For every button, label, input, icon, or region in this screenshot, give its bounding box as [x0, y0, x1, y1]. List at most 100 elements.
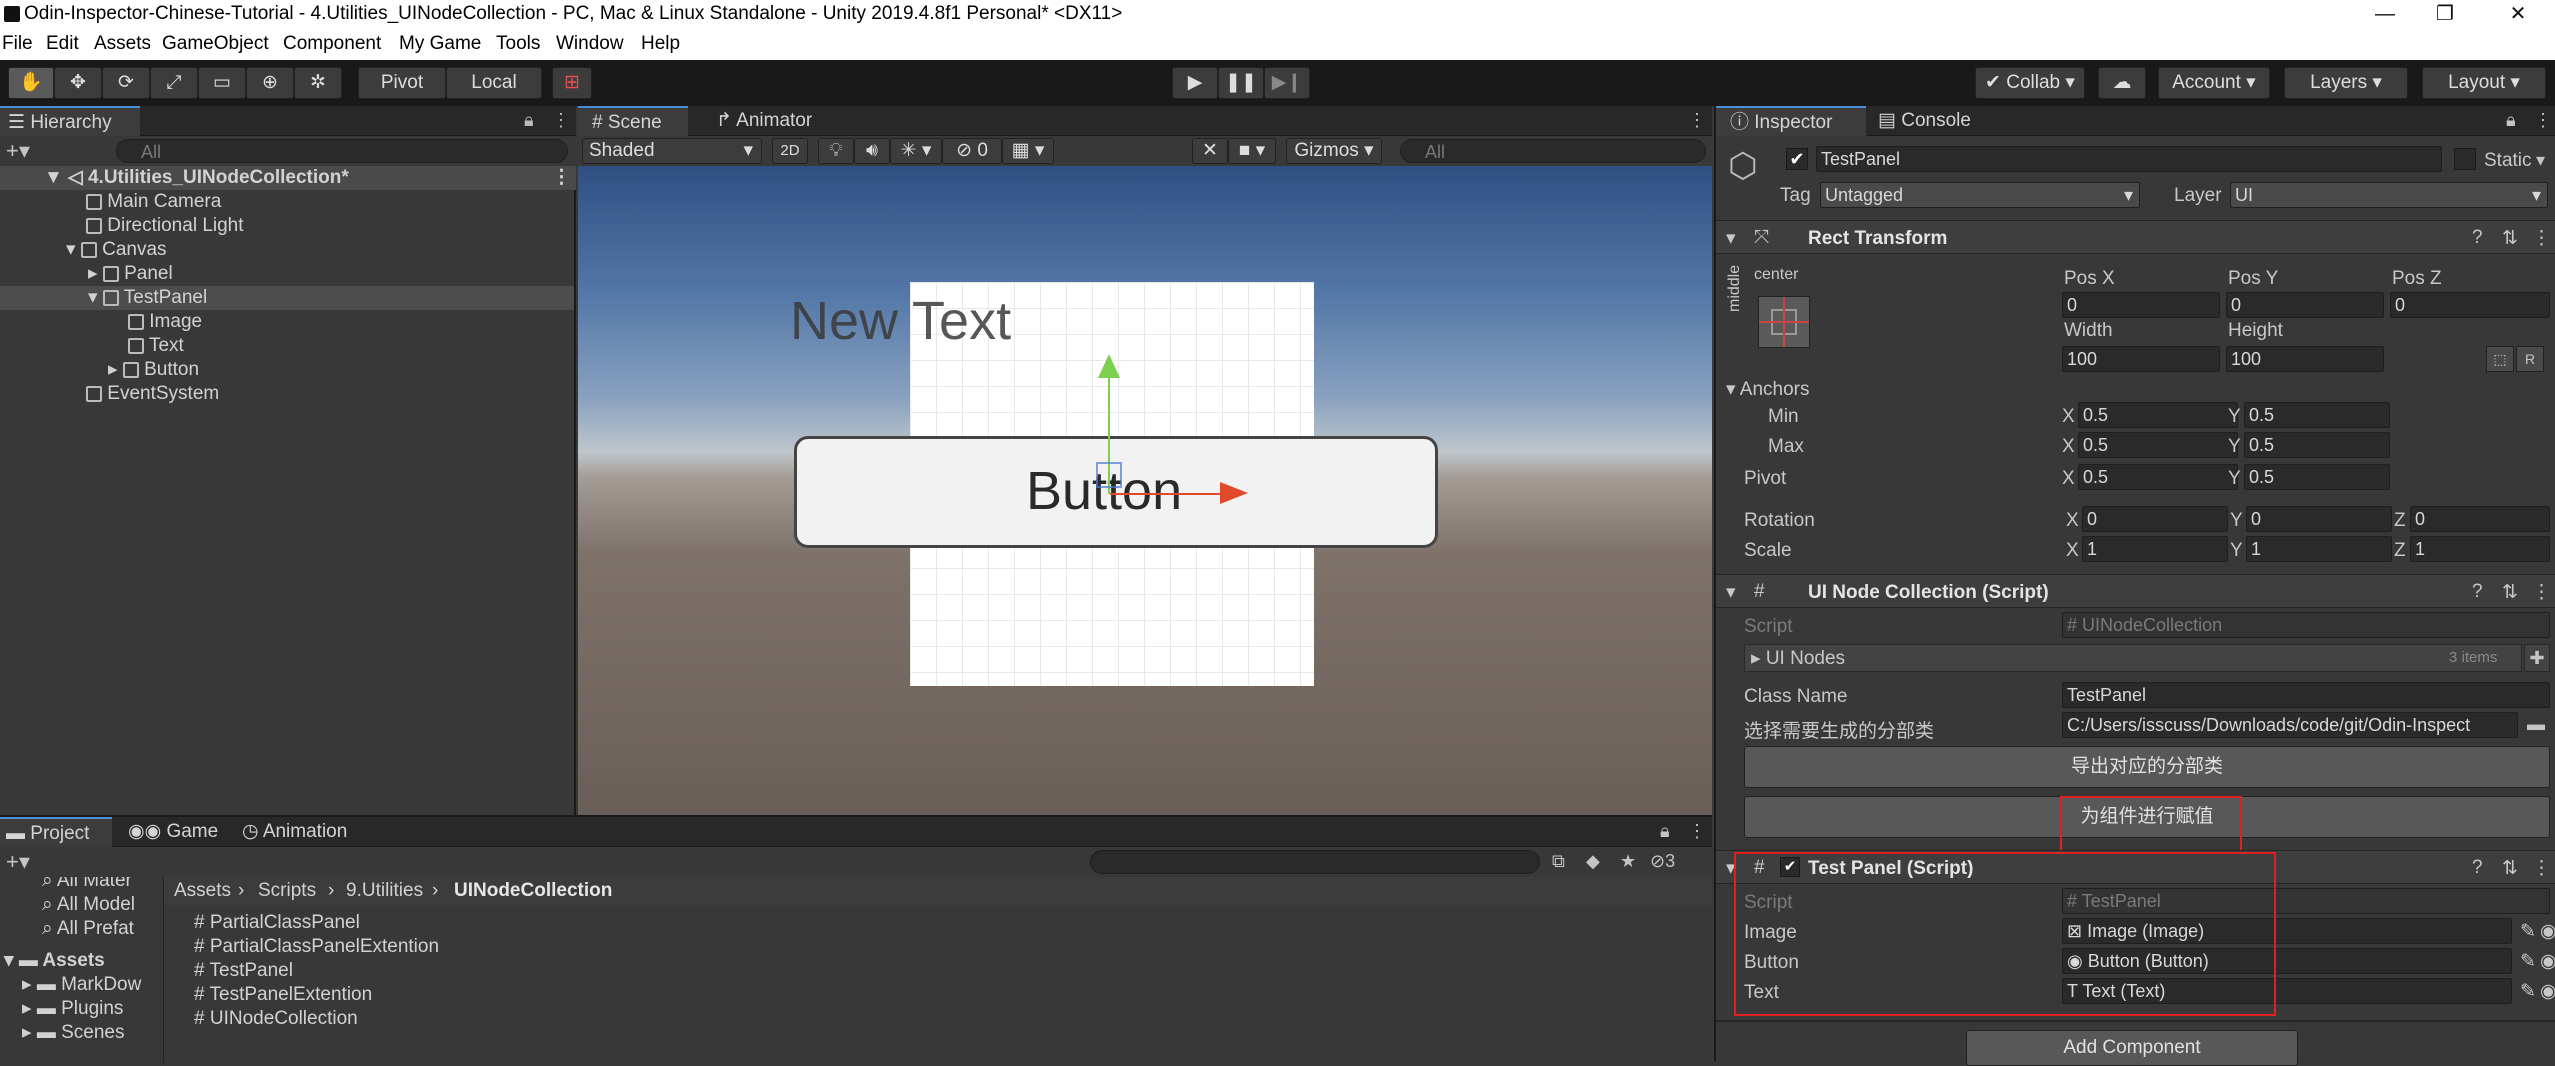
object-name-field[interactable]: TestPanel	[1816, 146, 2442, 172]
rotation-x-field[interactable]: 0	[2082, 506, 2228, 532]
edit-icon[interactable]: ✎	[2520, 980, 2536, 1003]
static-checkbox[interactable]	[2454, 148, 2476, 170]
file-item[interactable]: # UINodeCollection	[194, 1007, 358, 1031]
camera-icon[interactable]: ■ ▾	[1228, 138, 1276, 164]
collapse-icon[interactable]: ▾	[1726, 581, 1736, 604]
scale-z-field[interactable]: 1	[2410, 536, 2550, 562]
play-button[interactable]: ▶	[1172, 67, 1218, 99]
grid-icon[interactable]: ▦ ▾	[1002, 138, 1054, 164]
collab-dropdown[interactable]: ✔ Collab ▾	[1975, 67, 2085, 99]
hierarchy-item-text[interactable]: Text	[128, 334, 184, 358]
rotate-tool-icon[interactable]: ⟳	[102, 67, 150, 99]
favorite-all-prefabs[interactable]: ⌕ All Prefat	[42, 917, 134, 941]
class-name-field[interactable]: TestPanel	[2062, 682, 2550, 708]
object-picker-icon[interactable]: ◉	[2540, 980, 2555, 1003]
breadcrumb-uinodecollection[interactable]: UINodeCollection	[454, 879, 612, 903]
min-y-field[interactable]: 0.5	[2244, 402, 2390, 428]
lighting-icon[interactable]: 💡︎	[818, 138, 854, 164]
anchor-preset-button[interactable]	[1758, 296, 1810, 348]
pause-button[interactable]: ❚❚	[1218, 67, 1264, 99]
menu-tools[interactable]: Tools	[496, 33, 540, 55]
layout-dropdown[interactable]: Layout ▾	[2422, 67, 2546, 99]
menu-my-game[interactable]: My Game	[399, 33, 481, 55]
file-item[interactable]: # PartialClassPanelExtention	[194, 935, 439, 959]
add-icon[interactable]: +▾	[6, 138, 30, 164]
max-y-field[interactable]: 0.5	[2244, 432, 2390, 458]
kebab-menu-icon[interactable]: ⋮	[2534, 110, 2552, 131]
export-partial-class-button[interactable]: 导出对应的分部类	[1744, 746, 2550, 788]
pivot-x-field[interactable]: 0.5	[2078, 464, 2238, 490]
scale-y-field[interactable]: 1	[2246, 536, 2392, 562]
settings-icon[interactable]: ⇅	[2502, 857, 2518, 880]
help-icon[interactable]: ?	[2472, 581, 2483, 603]
blueprint-mode-icon[interactable]: ⬚	[2486, 346, 2514, 372]
layers-dropdown[interactable]: Layers ▾	[2284, 67, 2408, 99]
hierarchy-item-directional-light[interactable]: Directional Light	[86, 214, 244, 238]
breadcrumb-assets[interactable]: Assets	[174, 879, 231, 903]
ui-node-collection-header[interactable]: ▾ # UI Node Collection (Script) ? ⇅ ⋮	[1716, 574, 2555, 608]
snap-icon[interactable]: ⊞	[552, 67, 592, 99]
help-icon[interactable]: ?	[2472, 227, 2483, 249]
lock-icon[interactable]: 🔒︎	[1660, 821, 1670, 842]
edit-icon[interactable]: ✎	[2520, 950, 2536, 973]
close-icon[interactable]: ✕	[2488, 0, 2548, 30]
kebab-menu-icon[interactable]: ⋮	[552, 110, 570, 131]
custom-tool-icon[interactable]: ✲	[294, 67, 342, 99]
account-dropdown[interactable]: Account ▾	[2158, 67, 2270, 99]
x-arrow-icon[interactable]	[1220, 482, 1248, 504]
settings-icon[interactable]: ⇅	[2502, 581, 2518, 604]
favorite-all-materials[interactable]: ⌕ All Mater	[42, 877, 132, 893]
hierarchy-item-image[interactable]: Image	[128, 310, 202, 334]
posx-field[interactable]: 0	[2062, 292, 2220, 318]
width-field[interactable]: 100	[2062, 346, 2220, 372]
filter-label-icon[interactable]: ◆	[1586, 851, 1600, 872]
tree-scenes[interactable]: ▸ ▬ Scenes	[22, 1021, 124, 1045]
tab-animation[interactable]: ◷ Animation	[242, 817, 347, 847]
file-item[interactable]: # TestPanel	[194, 959, 293, 983]
hierarchy-item-button[interactable]: ▸ Button	[108, 358, 199, 382]
tree-assets[interactable]: ▾ ▬ Assets	[4, 949, 105, 973]
settings-icon[interactable]: ⇅	[2502, 227, 2518, 250]
file-item[interactable]: # PartialClassPanel	[194, 911, 360, 935]
favorite-all-models[interactable]: ⌕ All Model	[42, 893, 135, 917]
tree-plugins[interactable]: ▸ ▬ Plugins	[22, 997, 123, 1021]
menu-gameobject[interactable]: GameObject	[162, 33, 269, 55]
kebab-menu-icon[interactable]: ⋮	[2532, 857, 2551, 880]
file-item[interactable]: # TestPanelExtention	[194, 983, 372, 1007]
tab-console[interactable]: ▤ Console	[1874, 106, 1971, 136]
menu-help[interactable]: Help	[641, 33, 680, 55]
tab-animator[interactable]: ↱ Animator	[712, 106, 812, 136]
favorite-icon[interactable]: ★	[1620, 851, 1636, 872]
tag-dropdown[interactable]: Untagged ▾	[1820, 182, 2140, 208]
kebab-menu-icon[interactable]: ⋮	[2532, 227, 2551, 250]
cloud-icon[interactable]: ☁	[2098, 67, 2146, 99]
breadcrumb-utilities[interactable]: 9.Utilities	[346, 879, 423, 903]
min-x-field[interactable]: 0.5	[2078, 402, 2238, 428]
kebab-menu-icon[interactable]: ⋮	[2532, 581, 2551, 604]
hand-tool-icon[interactable]: ✋	[8, 67, 54, 99]
tab-hierarchy[interactable]: ☰ Hierarchy	[0, 106, 140, 136]
active-checkbox[interactable]: ✔	[1786, 148, 1808, 170]
pivot-y-field[interactable]: 0.5	[2244, 464, 2390, 490]
height-field[interactable]: 100	[2226, 346, 2384, 372]
tab-project[interactable]: ▬ Project	[0, 817, 112, 847]
hidden-packages-toggle[interactable]: ⊘3	[1650, 851, 1675, 872]
menu-file[interactable]: File	[2, 33, 33, 55]
rect-tool-icon[interactable]: ▭	[198, 67, 246, 99]
scene-viewport[interactable]: New Text Button	[578, 166, 1712, 815]
object-picker-icon[interactable]: ◉	[2540, 950, 2555, 973]
tab-game[interactable]: ◉◉ Game	[128, 817, 218, 847]
project-search-input[interactable]	[1090, 850, 1540, 874]
filter-type-icon[interactable]: ⧉	[1552, 851, 1565, 872]
menu-window[interactable]: Window	[556, 33, 624, 55]
tab-inspector[interactable]: ⓘ Inspector	[1716, 106, 1866, 136]
lock-icon[interactable]: 🔒︎	[2506, 110, 2516, 131]
collapse-icon[interactable]: ▾	[1726, 227, 1736, 250]
add-icon[interactable]: +▾	[6, 849, 30, 875]
hierarchy-item-canvas[interactable]: ▾ Canvas	[66, 238, 167, 262]
tools-icon[interactable]: ✕	[1192, 138, 1228, 164]
ui-nodes-foldout[interactable]: ▸ UI Nodes	[1751, 647, 1845, 670]
posy-field[interactable]: 0	[2226, 292, 2384, 318]
static-dropdown-icon[interactable]: ▾	[2536, 150, 2545, 171]
rotation-y-field[interactable]: 0	[2246, 506, 2392, 532]
